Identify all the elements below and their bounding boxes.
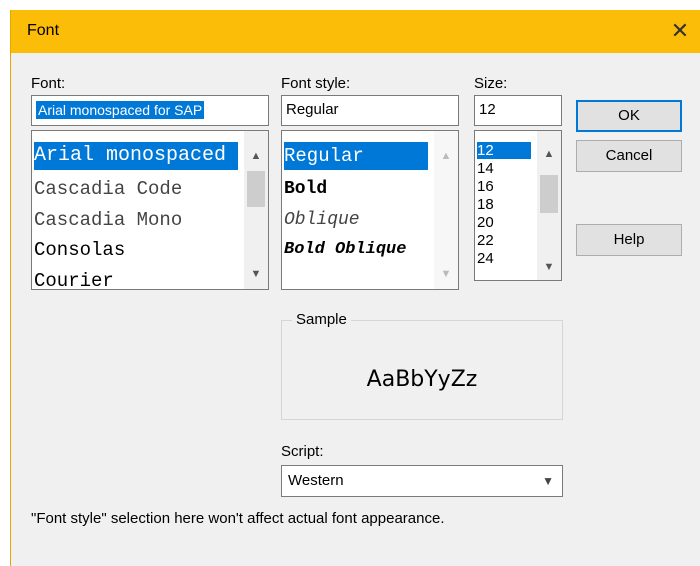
font-name-value: Arial monospaced for SAP [36, 101, 205, 119]
font-name-input[interactable]: Arial monospaced for SAP [31, 95, 269, 126]
size-list-item[interactable]: 16 [477, 178, 531, 195]
font-list[interactable]: Arial monospaced for SAP Cascadia Code C… [31, 130, 269, 290]
font-label: Font: [31, 75, 66, 92]
font-list-item[interactable]: Cascadia Code [34, 175, 238, 203]
close-icon[interactable]: ✕ [667, 18, 693, 44]
size-list-item[interactable]: 18 [477, 196, 531, 213]
style-list-item[interactable]: Bold Oblique [284, 236, 428, 264]
size-input[interactable]: 12 [474, 95, 562, 126]
sample-text: AaBbYyZz [366, 367, 478, 392]
scroll-thumb[interactable] [247, 171, 265, 207]
font-list-item[interactable]: Courier [34, 267, 238, 289]
style-note: "Font style" selection here won't affect… [31, 510, 445, 527]
style-label: Font style: [281, 75, 351, 92]
size-list-item[interactable]: 14 [477, 160, 531, 177]
font-dialog: Font ✕ Font: Arial monospaced for SAP Ar… [10, 10, 700, 566]
chevron-down-icon[interactable]: ▼ [244, 263, 268, 285]
size-list-item[interactable]: 12 [477, 142, 531, 159]
style-list-item[interactable]: Oblique [284, 206, 428, 234]
title-bar[interactable]: Font ✕ [11, 10, 700, 53]
script-select[interactable]: Western ▼ [281, 465, 563, 497]
chevron-up-icon[interactable]: ▲ [434, 145, 458, 167]
size-label: Size: [474, 75, 508, 92]
chevron-down-icon[interactable]: ▼ [542, 466, 554, 496]
font-style-list[interactable]: Regular Bold Oblique Bold Oblique ▲ ▼ [281, 130, 459, 290]
style-list-item[interactable]: Regular [284, 142, 428, 170]
sample-label: Sample [292, 311, 351, 328]
ok-button[interactable]: OK [576, 100, 682, 132]
font-list-scrollbar[interactable]: ▲ ▼ [244, 131, 268, 289]
style-list-scrollbar[interactable]: ▲ ▼ [434, 131, 458, 289]
size-list-item[interactable]: 20 [477, 214, 531, 231]
font-list-item[interactable]: Consolas [34, 236, 238, 264]
chevron-up-icon[interactable]: ▲ [537, 143, 561, 165]
script-label: Script: [281, 443, 324, 460]
scroll-thumb[interactable] [540, 175, 558, 213]
size-list[interactable]: 12 14 16 18 20 22 24 ▲ ▼ [474, 130, 562, 281]
font-style-input[interactable]: Regular [281, 95, 459, 126]
size-list-item[interactable]: 22 [477, 232, 531, 249]
help-button[interactable]: Help [576, 224, 682, 256]
window-title: Font [27, 22, 60, 39]
cancel-button[interactable]: Cancel [576, 140, 682, 172]
script-value: Western [288, 472, 344, 489]
font-list-item[interactable]: Arial monospaced for SAP [34, 142, 238, 170]
chevron-down-icon[interactable]: ▼ [434, 263, 458, 285]
chevron-up-icon[interactable]: ▲ [244, 145, 268, 167]
style-list-item[interactable]: Bold [284, 175, 428, 203]
chevron-down-icon[interactable]: ▼ [537, 256, 561, 278]
sample-groupbox: Sample AaBbYyZz [281, 311, 563, 420]
size-list-scrollbar[interactable]: ▲ ▼ [537, 131, 561, 280]
font-list-item[interactable]: Cascadia Mono [34, 206, 238, 234]
size-list-item[interactable]: 24 [477, 250, 531, 267]
